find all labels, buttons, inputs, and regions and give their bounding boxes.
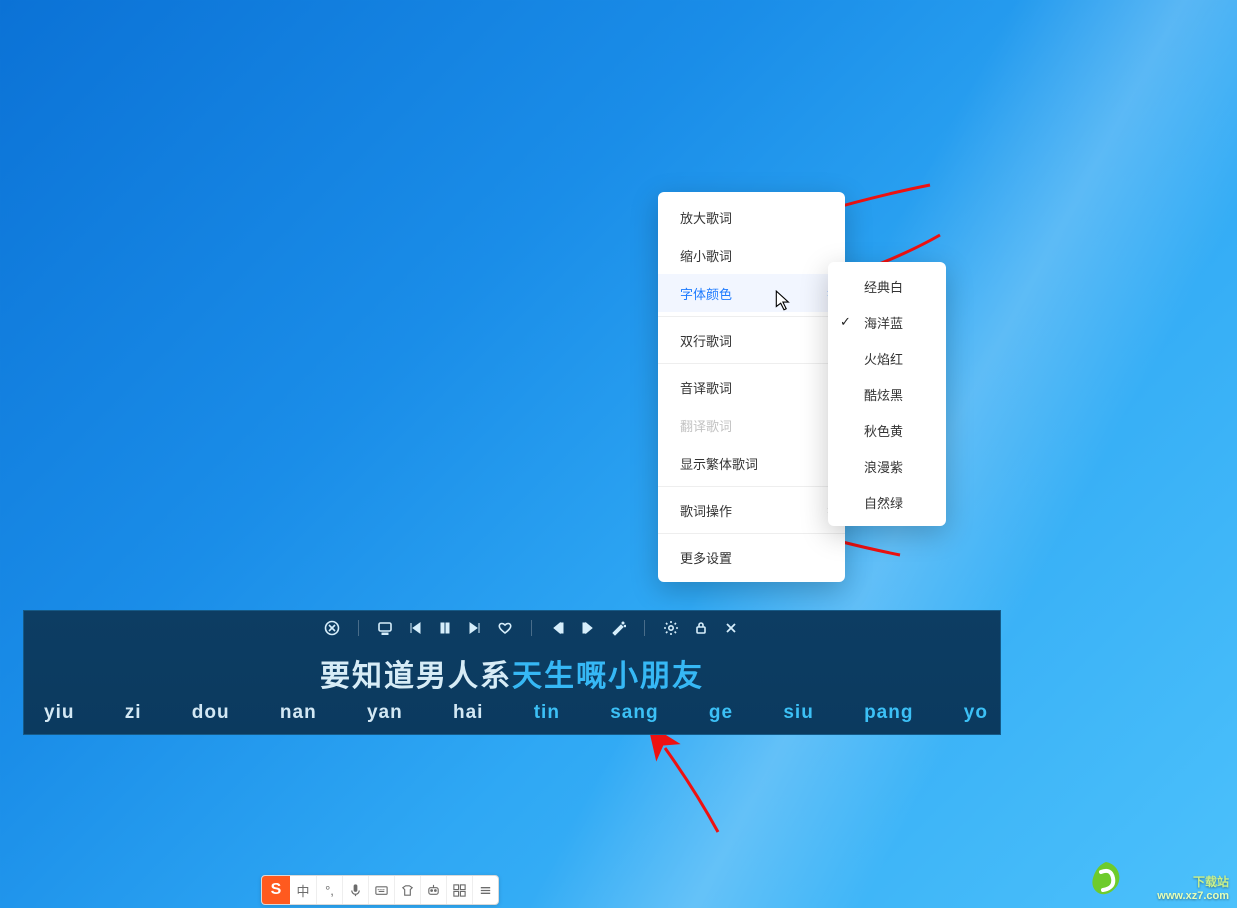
menu-item-label: 双行歌词 xyxy=(680,331,732,350)
submenu-item-label: 海洋蓝 xyxy=(864,313,903,332)
submenu-item-label: 浪漫紫 xyxy=(864,457,903,476)
pinyin-syllable: tin xyxy=(534,702,560,724)
lyrics-control-row xyxy=(324,618,739,638)
menu-item-lyrics-operations[interactable]: 歌词操作 › xyxy=(658,491,845,529)
pinyin-syllable: dou xyxy=(192,702,230,724)
show-player-icon[interactable] xyxy=(377,620,393,636)
watermark-badge-icon xyxy=(1083,858,1129,904)
menu-item-label: 翻译歌词 xyxy=(680,416,732,435)
submenu-item-classic-white[interactable]: 经典白 xyxy=(828,268,946,304)
ime-voice-icon[interactable] xyxy=(342,876,368,904)
pinyin-syllable: siu xyxy=(783,702,813,724)
watermark-url: www.xz7.com xyxy=(1157,890,1229,902)
pinyin-row: yiu zi dou nan yan hai tin sang ge siu pang yo xyxy=(24,702,1000,724)
next-track-icon[interactable] xyxy=(467,620,483,636)
menu-separator xyxy=(658,533,845,534)
divider xyxy=(531,620,532,636)
pinyin-syllable: hai xyxy=(453,702,483,724)
pinyin-syllable: zi xyxy=(125,702,142,724)
effects-icon[interactable] xyxy=(610,620,626,636)
lyrics-delay-back-icon[interactable] xyxy=(550,620,566,636)
menu-item-two-line-lyrics[interactable]: 双行歌词 xyxy=(658,321,845,359)
pinyin-syllable: pang xyxy=(864,702,913,724)
menu-item-more-settings[interactable]: 更多设置 xyxy=(658,538,845,576)
submenu-item-label: 酷炫黑 xyxy=(864,385,903,404)
lyrics-context-menu: 放大歌词 缩小歌词 字体颜色 › 双行歌词 音译歌词 翻译歌词 显示繁体歌词 歌… xyxy=(658,192,845,582)
pinyin-syllable: sang xyxy=(610,702,658,724)
settings-gear-icon[interactable] xyxy=(663,620,679,636)
ime-language-toggle[interactable]: 中 xyxy=(290,876,316,904)
current-lyric-line: 要知道男人系天生嘅小朋友 xyxy=(24,651,1000,695)
watermark-text: 下载站 xyxy=(1157,873,1229,890)
divider xyxy=(644,620,645,636)
pinyin-syllable: nan xyxy=(280,702,317,724)
submenu-item-cool-black[interactable]: 酷炫黑 xyxy=(828,376,946,412)
menu-item-enlarge-lyrics[interactable]: 放大歌词 xyxy=(658,198,845,236)
font-color-submenu: 经典白 ✓ 海洋蓝 火焰红 酷炫黑 秋色黄 浪漫紫 自然绿 xyxy=(828,262,946,526)
submenu-item-label: 经典白 xyxy=(864,277,903,296)
site-watermark: 下载站 www.xz7.com xyxy=(1157,873,1229,902)
menu-separator xyxy=(658,363,845,364)
ime-menu-icon[interactable] xyxy=(472,876,498,904)
menu-item-shrink-lyrics[interactable]: 缩小歌词 xyxy=(658,236,845,274)
menu-separator xyxy=(658,316,845,317)
menu-item-translate-lyrics: 翻译歌词 xyxy=(658,406,845,444)
submenu-item-ocean-blue[interactable]: ✓ 海洋蓝 xyxy=(828,304,946,340)
divider xyxy=(358,620,359,636)
ime-toolbar[interactable]: S 中 °, xyxy=(261,875,499,905)
menu-item-font-color[interactable]: 字体颜色 › xyxy=(658,274,845,312)
ime-skin-icon[interactable] xyxy=(394,876,420,904)
pinyin-syllable: yan xyxy=(367,702,403,724)
pinyin-syllable: ge xyxy=(709,702,733,724)
menu-separator xyxy=(658,486,845,487)
previous-track-icon[interactable] xyxy=(407,620,423,636)
lyric-sung-segment: 要知道男人系 xyxy=(320,660,512,693)
menu-item-label: 字体颜色 xyxy=(680,284,732,303)
menu-item-translit-lyrics[interactable]: 音译歌词 xyxy=(658,368,845,406)
menu-item-show-traditional[interactable]: 显示繁体歌词 xyxy=(658,444,845,482)
lyric-upcoming-segment: 天生嘅小朋友 xyxy=(512,660,704,693)
pinyin-syllable: yo xyxy=(964,702,988,724)
check-icon: ✓ xyxy=(840,314,851,330)
ime-robot-icon[interactable] xyxy=(420,876,446,904)
submenu-item-label: 自然绿 xyxy=(864,493,903,512)
ime-punctuation-icon[interactable]: °, xyxy=(316,876,342,904)
menu-item-label: 显示繁体歌词 xyxy=(680,454,758,473)
lock-icon[interactable] xyxy=(693,620,709,636)
menu-item-label: 音译歌词 xyxy=(680,378,732,397)
ime-keyboard-icon[interactable] xyxy=(368,876,394,904)
lyrics-delay-forward-icon[interactable] xyxy=(580,620,596,636)
submenu-item-romantic-purple[interactable]: 浪漫紫 xyxy=(828,448,946,484)
pause-icon[interactable] xyxy=(437,620,453,636)
favorite-icon[interactable] xyxy=(497,620,513,636)
menu-item-label: 歌词操作 xyxy=(680,501,732,520)
pinyin-syllable: yiu xyxy=(44,702,74,724)
close-icon[interactable] xyxy=(723,620,739,636)
submenu-item-nature-green[interactable]: 自然绿 xyxy=(828,484,946,520)
submenu-item-autumn-yellow[interactable]: 秋色黄 xyxy=(828,412,946,448)
submenu-item-label: 秋色黄 xyxy=(864,421,903,440)
submenu-item-label: 火焰红 xyxy=(864,349,903,368)
annotation-arrows xyxy=(0,0,1237,908)
ime-toolbox-icon[interactable] xyxy=(446,876,472,904)
menu-item-label: 更多设置 xyxy=(680,548,732,567)
ime-logo-icon[interactable]: S xyxy=(262,876,290,904)
desktop-lyrics-bar[interactable]: 要知道男人系天生嘅小朋友 yiu zi dou nan yan hai tin sang ge s… xyxy=(23,610,1001,735)
menu-item-label: 缩小歌词 xyxy=(680,246,732,265)
submenu-item-flame-red[interactable]: 火焰红 xyxy=(828,340,946,376)
menu-item-label: 放大歌词 xyxy=(680,208,732,227)
karaoke-mode-icon[interactable] xyxy=(324,620,340,636)
